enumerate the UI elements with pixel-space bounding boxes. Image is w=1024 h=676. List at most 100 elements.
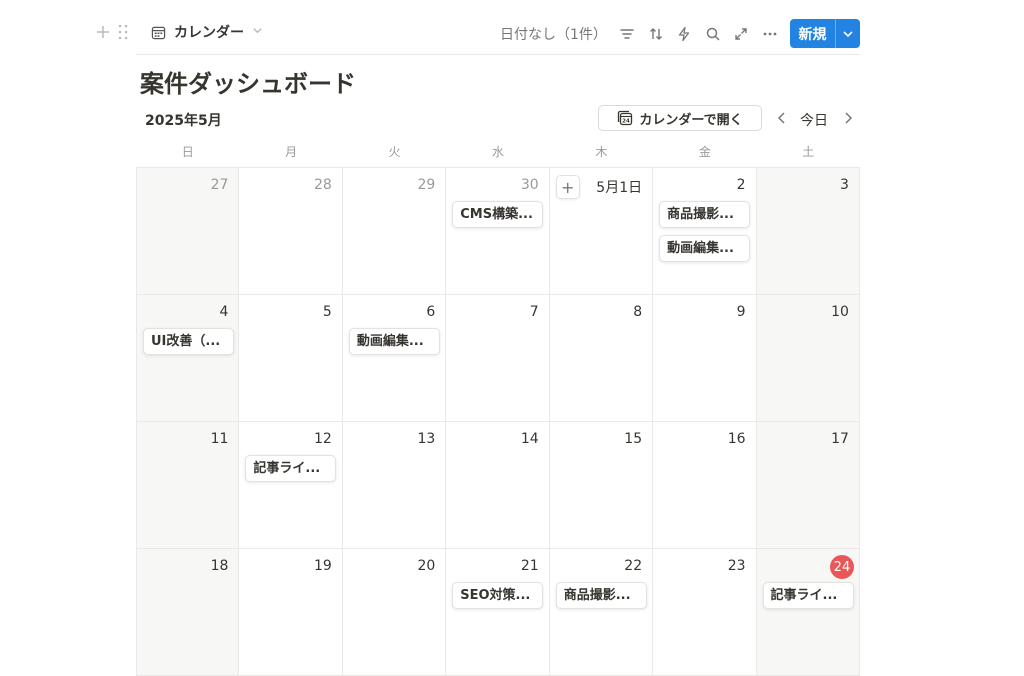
drag-handle-icon[interactable] <box>118 24 128 44</box>
weekday-label: 火 <box>388 145 401 159</box>
chevron-down-icon <box>843 30 853 37</box>
day-number: 5 <box>322 304 332 320</box>
day-cell[interactable]: 5 <box>239 295 343 422</box>
event-card[interactable]: 商品撮影... <box>659 201 751 228</box>
event-card[interactable]: 商品撮影... <box>555 582 647 609</box>
day-cell[interactable]: 7 <box>446 295 550 422</box>
add-event-button[interactable]: + <box>555 175 580 199</box>
day-number: 18 <box>210 558 229 574</box>
calendar-week: 11 12 記事ライ... 13 14 15 16 17 <box>136 422 860 549</box>
day-number: 13 <box>417 431 436 447</box>
day-cell[interactable]: 19 <box>239 549 343 676</box>
day-cell[interactable]: 27 <box>136 168 240 295</box>
day-number: 16 <box>727 431 746 447</box>
event-card[interactable]: 動画編集... <box>348 328 440 355</box>
day-cell[interactable]: 17 <box>756 422 860 549</box>
day-cell[interactable]: 18 <box>136 549 240 676</box>
event-card[interactable]: 記事ライ... <box>762 582 854 609</box>
day-number: 6 <box>426 304 436 320</box>
calendar-week: 18 19 20 21 SEO対策... 22 商品撮影... 23 24 記事ライ... <box>136 549 860 676</box>
weekday-label: 月 <box>285 145 298 159</box>
day-number: 20 <box>417 558 436 574</box>
day-number: 27 <box>210 177 229 193</box>
day-number: 11 <box>210 431 229 447</box>
calendar-icon <box>150 24 166 40</box>
view-switcher[interactable]: カレンダー <box>150 22 263 42</box>
day-number: 19 <box>314 558 332 574</box>
calendar-icon: 24 <box>618 110 633 126</box>
day-number: 29 <box>417 177 436 193</box>
open-in-calendar-label: カレンダーで開く <box>639 112 743 128</box>
day-number: 5月1日 <box>596 180 643 196</box>
search-icon[interactable] <box>704 25 722 43</box>
today-date-badge: 24 <box>829 555 854 579</box>
day-cell[interactable]: 9 <box>653 295 757 422</box>
day-cell[interactable]: 14 <box>446 422 550 549</box>
weekday-label: 水 <box>491 145 504 159</box>
toolbar-divider <box>136 54 860 55</box>
filter-icon[interactable] <box>618 25 636 43</box>
calendar-week: 4 UI改善（... 5 6 動画編集... 7 8 9 10 <box>136 295 860 422</box>
event-card[interactable]: 動画編集... <box>659 235 751 262</box>
day-cell[interactable]: 4 UI改善（... <box>136 295 240 422</box>
lightning-icon[interactable] <box>675 25 693 43</box>
sort-icon[interactable] <box>647 25 665 43</box>
svg-text:24: 24 <box>623 119 631 125</box>
day-number: 8 <box>633 304 643 320</box>
day-cell[interactable]: 24 記事ライ... <box>756 549 860 676</box>
day-cell[interactable]: 6 動画編集... <box>342 295 447 422</box>
more-icon[interactable] <box>761 25 779 43</box>
day-number: 15 <box>624 431 643 447</box>
weekday-label: 木 <box>595 145 608 159</box>
today-button[interactable]: 今日 <box>800 110 828 130</box>
page-title: 案件ダッシュボード <box>140 70 356 98</box>
month-label: 2025年5月 <box>145 113 222 129</box>
calendar-grid: 27 28 29 30 CMS構築... +5月1日 2 商品撮影... 動画編集... 3 4 UI… <box>136 167 860 676</box>
chevron-right-icon[interactable] <box>840 109 856 127</box>
day-number: 2 <box>736 177 746 193</box>
view-name: カレンダー <box>174 25 244 41</box>
day-cell[interactable]: 15 <box>549 422 654 549</box>
calendar-week: 27 28 29 30 CMS構築... +5月1日 2 商品撮影... 動画編集... 3 <box>136 168 860 295</box>
event-card[interactable]: SEO対策... <box>452 582 544 609</box>
day-number: 10 <box>831 304 849 320</box>
day-number: 30 <box>520 177 539 193</box>
day-cell[interactable]: 22 商品撮影... <box>549 549 654 676</box>
weekday-label: 金 <box>698 145 711 159</box>
day-number: 3 <box>840 177 849 193</box>
day-cell[interactable]: 2 商品撮影... 動画編集... <box>653 168 757 295</box>
weekday-label: 土 <box>802 145 815 159</box>
plus-icon[interactable] <box>95 24 111 44</box>
day-cell[interactable]: 30 CMS構築... <box>446 168 550 295</box>
day-cell[interactable]: 28 <box>239 168 343 295</box>
day-cell[interactable]: 12 記事ライ... <box>239 422 343 549</box>
new-button[interactable]: 新規 <box>790 19 836 48</box>
event-card[interactable]: UI改善（... <box>143 328 234 355</box>
day-cell[interactable]: 10 <box>756 295 860 422</box>
no-date-items[interactable]: 日付なし（1件） <box>500 24 607 44</box>
new-button-group: 新規 <box>790 19 860 48</box>
day-number: 22 <box>624 558 643 574</box>
weekday-label: 日 <box>181 145 194 159</box>
event-card[interactable]: 記事ライ... <box>245 455 337 482</box>
day-number: 28 <box>314 177 332 193</box>
day-cell[interactable]: 16 <box>653 422 757 549</box>
new-options-button[interactable] <box>836 19 860 48</box>
day-cell[interactable]: 13 <box>342 422 447 549</box>
expand-icon[interactable] <box>732 25 750 43</box>
chevron-left-icon[interactable] <box>774 109 790 127</box>
day-cell[interactable]: 23 <box>653 549 757 676</box>
day-cell[interactable]: 21 SEO対策... <box>446 549 550 676</box>
day-number: 23 <box>727 558 746 574</box>
day-cell[interactable]: 11 <box>136 422 240 549</box>
day-cell[interactable]: +5月1日 <box>549 168 654 295</box>
event-card[interactable]: CMS構築... <box>452 201 544 228</box>
day-cell[interactable]: 8 <box>549 295 654 422</box>
open-in-calendar-button[interactable]: 24 カレンダーで開く <box>598 105 762 131</box>
day-number: 21 <box>520 558 539 574</box>
day-cell[interactable]: 3 <box>756 168 860 295</box>
day-cell[interactable]: 29 <box>342 168 447 295</box>
day-number: 14 <box>520 431 539 447</box>
day-number: 12 <box>314 431 332 447</box>
day-cell[interactable]: 20 <box>342 549 447 676</box>
